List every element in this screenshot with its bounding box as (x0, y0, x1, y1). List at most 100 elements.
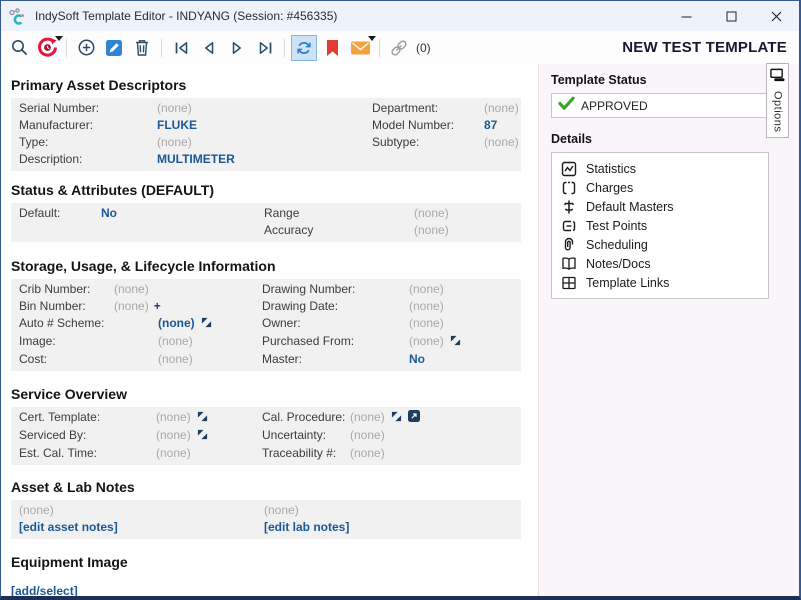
uncertainty-value[interactable]: (none) (350, 427, 521, 445)
add-select-image-link[interactable]: [add/select] (11, 584, 78, 598)
maximize-button[interactable] (709, 1, 754, 31)
crib-number-value[interactable]: (none) (114, 281, 262, 298)
toolbar-separator (66, 39, 67, 57)
default-label: Default: (19, 205, 101, 222)
refresh-button[interactable] (291, 35, 317, 61)
range-value[interactable]: (none) (414, 205, 521, 222)
auto-scheme-value[interactable]: (none) (114, 315, 262, 333)
edit-lab-notes-link[interactable]: [edit lab notes] (264, 519, 521, 536)
drawing-number-value[interactable]: (none) (409, 281, 521, 298)
notes-docs-book-icon (560, 256, 578, 272)
last-record-button[interactable] (252, 35, 278, 61)
details-item-scheduling[interactable]: Scheduling (552, 235, 768, 254)
details-item-test-points[interactable]: Test Points (552, 216, 768, 235)
purchased-from-value[interactable]: (none) (409, 333, 521, 351)
edit-button[interactable] (101, 35, 127, 61)
section-title: Equipment Image (11, 554, 521, 570)
approved-check-icon (558, 96, 575, 116)
charges-icon (560, 180, 578, 196)
department-label: Department: (372, 100, 484, 117)
email-button[interactable] (347, 35, 373, 61)
details-item-statistics[interactable]: Statistics (552, 159, 768, 178)
section-title: Status & Attributes (DEFAULT) (11, 182, 521, 198)
section-equipment-image: Equipment Image [add/select] (11, 554, 521, 600)
section-storage-lifecycle: Storage, Usage, & Lifecycle Information … (11, 258, 521, 371)
bin-number-value[interactable]: (none)+ (114, 298, 262, 315)
indysoft-logo-icon (8, 6, 30, 26)
bookmark-button[interactable] (319, 35, 345, 61)
model-number-label: Model Number: (372, 117, 484, 134)
section-primary-asset-descriptors: Primary Asset Descriptors Serial Number:… (11, 77, 521, 171)
master-value[interactable]: No (409, 351, 521, 368)
goto-icon[interactable] (197, 428, 208, 445)
cal-procedure-value[interactable]: (none) (350, 409, 521, 427)
description-label: Description: (19, 151, 157, 168)
toolbar-separator (284, 39, 285, 57)
department-value[interactable]: (none) (484, 100, 521, 117)
drawing-date-label: Drawing Date: (262, 298, 409, 315)
first-record-button[interactable] (168, 35, 194, 61)
search-button[interactable] (6, 35, 32, 61)
cert-template-label: Cert. Template: (19, 409, 156, 427)
type-label: Type: (19, 134, 157, 151)
right-panel: Template Status APPROVED Details Statist… (538, 64, 799, 596)
links-button[interactable] (386, 35, 412, 61)
template-links-grid-icon (560, 275, 578, 291)
status-value: APPROVED (581, 99, 648, 113)
subtype-label: Subtype: (372, 134, 484, 151)
traceability-value[interactable]: (none) (350, 445, 521, 462)
cost-value[interactable]: (none) (114, 351, 262, 368)
minimize-button[interactable] (664, 1, 709, 31)
cert-template-value[interactable]: (none) (156, 409, 262, 427)
options-tab[interactable]: Options (766, 63, 789, 138)
serial-number-value[interactable]: (none) (157, 100, 372, 117)
manufacturer-value[interactable]: FLUKE (157, 117, 372, 134)
section-service-overview: Service Overview Cert. Template: (none) … (11, 386, 521, 465)
drawing-date-value[interactable]: (none) (409, 298, 521, 315)
type-value[interactable]: (none) (157, 134, 372, 151)
goto-icon[interactable] (450, 334, 461, 351)
close-button[interactable] (754, 1, 799, 31)
accuracy-label: Accuracy (264, 222, 414, 239)
asset-notes-value: (none) (19, 502, 264, 519)
next-record-button[interactable] (224, 35, 250, 61)
template-status-box[interactable]: APPROVED (551, 93, 769, 118)
subtype-value[interactable]: (none) (484, 134, 521, 151)
serviced-by-value[interactable]: (none) (156, 427, 262, 445)
goto-icon[interactable] (197, 410, 208, 427)
add-bin-icon[interactable]: + (154, 299, 161, 313)
details-item-notes-docs[interactable]: Notes/Docs (552, 254, 768, 273)
image-value[interactable]: (none) (114, 333, 262, 351)
lab-notes-value: (none) (264, 502, 521, 519)
model-number-value[interactable]: 87 (484, 117, 521, 134)
description-value[interactable]: MULTIMETER (157, 151, 372, 168)
goto-icon[interactable] (391, 410, 402, 427)
details-item-template-links[interactable]: Template Links (552, 273, 768, 292)
goto-icon[interactable] (201, 316, 212, 333)
section-title: Asset & Lab Notes (11, 479, 521, 495)
add-button[interactable] (73, 35, 99, 61)
statistics-icon (560, 161, 578, 177)
uncertainty-label: Uncertainty: (262, 427, 350, 445)
default-value[interactable]: No (101, 205, 264, 222)
owner-value[interactable]: (none) (409, 315, 521, 333)
edit-asset-notes-link[interactable]: [edit asset notes] (19, 519, 264, 536)
history-dropdown-icon[interactable] (55, 36, 63, 41)
email-dropdown-icon[interactable] (368, 36, 376, 41)
owner-label: Owner: (262, 315, 409, 333)
details-item-default-masters[interactable]: Default Masters (552, 197, 768, 216)
history-button[interactable] (34, 35, 60, 61)
toolbar-separator (161, 39, 162, 57)
drawing-number-label: Drawing Number: (262, 281, 409, 298)
details-box: Statistics Charges Default Masters Test … (551, 152, 769, 299)
image-label: Image: (19, 333, 114, 351)
traceability-label: Traceability #: (262, 445, 350, 462)
previous-record-button[interactable] (196, 35, 222, 61)
est-cal-time-value[interactable]: (none) (156, 445, 262, 462)
bin-number-label: Bin Number: (19, 298, 114, 315)
accuracy-value[interactable]: (none) (414, 222, 521, 239)
details-item-charges[interactable]: Charges (552, 178, 768, 197)
open-procedure-icon[interactable] (408, 410, 420, 427)
delete-button[interactable] (129, 35, 155, 61)
test-points-icon (560, 218, 578, 234)
